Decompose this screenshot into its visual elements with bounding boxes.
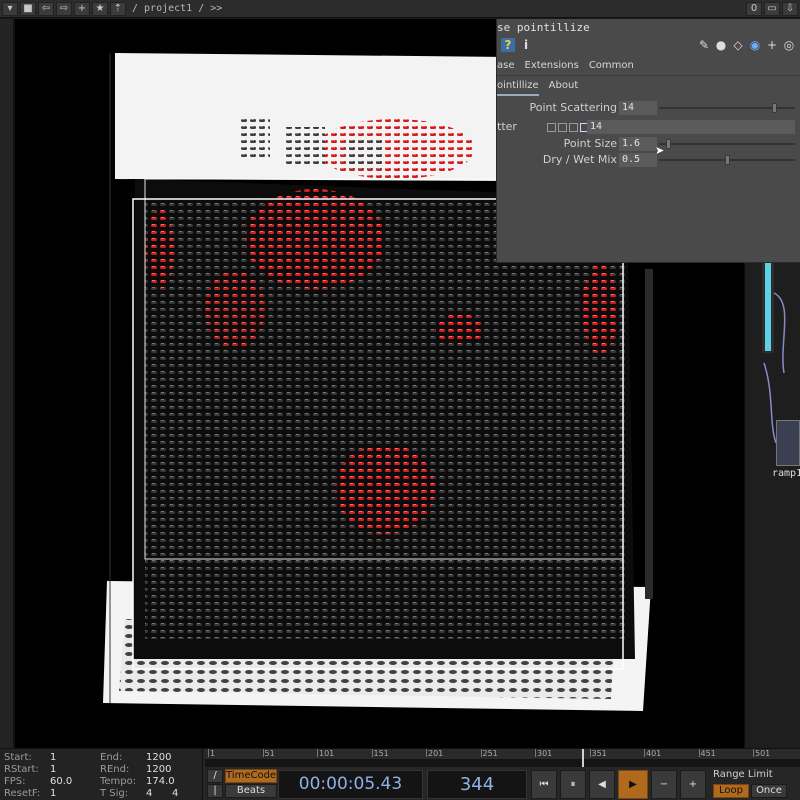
python-help-icon[interactable]: ? [501, 38, 515, 52]
stat-tsig[interactable]: T Sig: 4 4 [100, 788, 178, 799]
ramp-node-label[interactable]: ramp1 [772, 468, 800, 479]
stat-fps[interactable]: FPS: 60.0 [4, 776, 72, 787]
parameter-dialog[interactable]: se pointillize ? i ✎ ● ◇ ◉ + ◎ ase Exten… [496, 19, 800, 263]
scatter-label: tter [497, 120, 517, 133]
dry-wet-knob[interactable] [724, 155, 730, 165]
info-icon[interactable]: i [519, 38, 533, 52]
dialog-icon-row: ? i ✎ ● ◇ ◉ + ◎ [497, 37, 800, 56]
bookmark-star-icon[interactable]: ★ [92, 1, 108, 16]
dry-wet-field[interactable]: 0.5 [619, 153, 657, 167]
transport-controls: / | TimeCode Beats 00:00:05.43 344 ⏮ ⏸ ◀… [205, 768, 800, 800]
scatter-toggle-3[interactable] [569, 122, 578, 132]
range-limit-label: Range Limit [713, 769, 773, 780]
comment-icon[interactable]: ● [714, 38, 728, 52]
network-up-icon[interactable]: ⇡ [110, 1, 126, 16]
pause-icon[interactable]: ⏸ [560, 770, 586, 799]
beats-mode-icon[interactable]: | [207, 784, 223, 798]
tab-common[interactable]: Common [589, 56, 634, 75]
dry-wet-label: Dry / Wet Mix [542, 153, 617, 166]
menu-chevron-icon[interactable]: ▾ [2, 1, 18, 16]
scatter-toggles[interactable] [547, 120, 591, 134]
tab-extensions[interactable]: Extensions [525, 56, 579, 75]
network-path[interactable]: / project1 / >> [132, 3, 222, 14]
top-toolbar: ▾ ■ ⇦ ⇨ + ★ ⇡ / project1 / >> 0 ▭ ⇩ [0, 0, 800, 18]
forward-arrow-icon[interactable]: ⇨ [56, 1, 72, 16]
time-stats: Start: 1 RStart: 1 FPS: 60.0 ResetF: 1 End: 1… [0, 749, 203, 800]
add-icon[interactable]: + [74, 1, 90, 16]
timeline-bar: Start: 1 RStart: 1 FPS: 60.0 ResetF: 1 End: 1… [0, 748, 800, 800]
tab-about[interactable]: About [549, 76, 579, 96]
scatter-field[interactable]: 14 [587, 120, 795, 134]
step-plus-icon[interactable]: + [680, 770, 706, 799]
play-icon[interactable]: ▶ [618, 770, 648, 799]
python-icon[interactable]: ◉ [748, 38, 762, 52]
dialog-title: se pointillize [497, 19, 800, 37]
add-parameter-icon[interactable]: + [765, 38, 779, 52]
tab-base[interactable]: ase [497, 56, 515, 75]
pencil-icon[interactable]: ✎ [697, 38, 711, 52]
left-panel-strip [0, 19, 14, 748]
loop-button[interactable]: Loop [713, 784, 749, 798]
ramp-node[interactable] [776, 420, 800, 466]
stat-resetf[interactable]: ResetF: 1 [4, 788, 56, 799]
stat-end[interactable]: End: 1200 [100, 752, 171, 763]
timecode-display[interactable]: 00:00:05.43 [278, 770, 423, 799]
dialog-tabs-page: ointillize About [497, 76, 800, 96]
point-scattering-label: Point Scattering [529, 101, 617, 114]
scatter-toggle-1[interactable] [547, 122, 556, 132]
eraser-icon[interactable]: ◇ [731, 38, 745, 52]
stop-icon[interactable]: ■ [20, 1, 36, 16]
timecode-mode-icon[interactable]: / [207, 769, 223, 783]
split-pane-icon[interactable]: ▭ [764, 2, 780, 16]
point-size-label: Point Size [563, 137, 617, 150]
target-icon[interactable]: ◎ [782, 38, 796, 52]
point-size-knob[interactable] [665, 139, 671, 149]
point-scattering-field[interactable]: 14 [619, 101, 657, 115]
dialog-tabs-top: ase Extensions Common [497, 56, 800, 76]
scatter-toggle-2[interactable] [558, 122, 567, 132]
stat-rend[interactable]: REnd: 1200 [100, 764, 171, 775]
once-button[interactable]: Once [751, 784, 787, 798]
stat-rstart[interactable]: RStart: 1 [4, 764, 56, 775]
timecode-button[interactable]: TimeCode [225, 769, 277, 783]
point-size-field[interactable]: 1.6 [619, 137, 657, 151]
playhead[interactable] [582, 749, 584, 767]
frame-ruler[interactable]: 1 51 101 151 201 251 301 351 401 451 501 [205, 749, 800, 759]
down-arrow-icon[interactable]: ⇩ [782, 2, 798, 16]
stat-start[interactable]: Start: 1 [4, 752, 56, 763]
point-scattering-knob[interactable] [771, 103, 777, 113]
back-arrow-icon[interactable]: ⇦ [38, 1, 54, 16]
tab-pointillize[interactable]: ointillize [497, 76, 539, 96]
frame-display[interactable]: 344 [427, 770, 527, 799]
beats-button[interactable]: Beats [225, 784, 277, 798]
rewind-icon[interactable]: ⏮ [531, 770, 557, 799]
pane-count[interactable]: 0 [746, 2, 762, 16]
timeline-strip[interactable] [205, 759, 800, 767]
stat-tempo[interactable]: Tempo: 174.0 [100, 776, 175, 787]
point-size-slider[interactable] [659, 143, 795, 145]
step-back-icon[interactable]: ◀ [589, 770, 615, 799]
step-minus-icon[interactable]: − [651, 770, 677, 799]
